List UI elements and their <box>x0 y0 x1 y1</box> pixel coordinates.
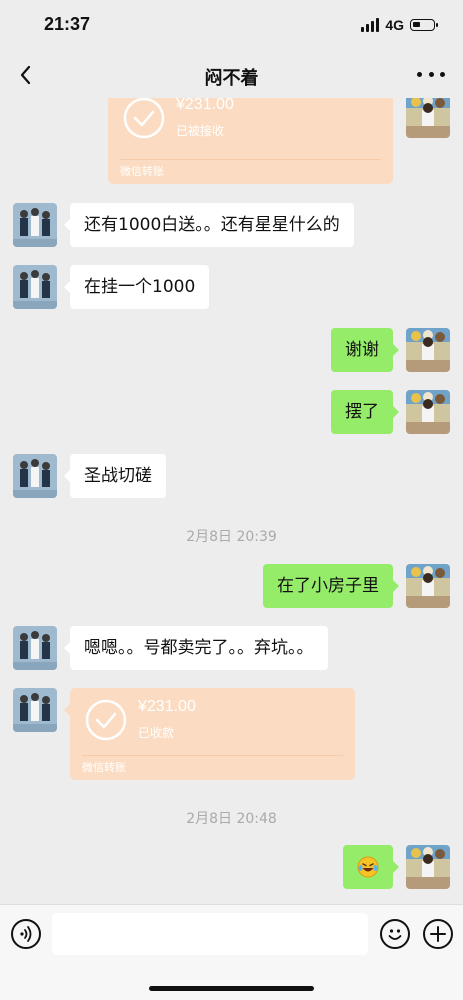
friend-avatar[interactable] <box>13 688 57 732</box>
emoji-button[interactable] <box>380 919 410 949</box>
battery-icon <box>410 19 438 31</box>
message-input[interactable] <box>52 913 368 955</box>
transfer-divider <box>120 159 381 160</box>
status-bar: 21:37 4G <box>0 0 463 52</box>
voice-button[interactable] <box>11 919 41 949</box>
transfer-status: 已收款 <box>138 726 175 740</box>
friend-avatar[interactable] <box>13 626 57 670</box>
signal-icon <box>361 18 380 32</box>
plus-icon <box>430 926 446 942</box>
message-list[interactable]: ¥231.00 已被接收 微信转账 还有1000白送。。还有星星什么的 在挂一个… <box>0 98 463 904</box>
status-indicators: 4G <box>361 17 438 33</box>
more-button[interactable] <box>417 62 445 86</box>
transfer-card-sent[interactable]: ¥231.00 已被接收 微信转账 <box>108 98 393 184</box>
message-bubble-me[interactable]: 谢谢 <box>331 328 399 372</box>
transfer-footer: 微信转账 <box>120 165 164 178</box>
message-bubble-me[interactable]: 摆了 <box>331 390 399 434</box>
transfer-amount: ¥231.00 <box>138 698 196 715</box>
timestamp: 2月8日 20:39 <box>186 529 277 545</box>
emoji-icon <box>388 929 402 940</box>
my-avatar[interactable] <box>406 390 450 434</box>
friend-avatar[interactable] <box>13 265 57 309</box>
transfer-amount: ¥231.00 <box>176 98 234 113</box>
check-circle-icon <box>123 98 165 139</box>
friend-avatar[interactable] <box>13 203 57 247</box>
timestamp: 2月8日 20:48 <box>186 811 277 827</box>
my-avatar[interactable] <box>406 328 450 372</box>
home-indicator <box>149 986 314 991</box>
check-circle-icon <box>85 699 127 741</box>
plus-button[interactable] <box>423 919 453 949</box>
my-avatar[interactable] <box>406 98 450 138</box>
friend-avatar[interactable] <box>13 454 57 498</box>
my-avatar[interactable] <box>406 845 450 889</box>
transfer-status: 已被接收 <box>176 124 225 138</box>
laughing-tears-emoji-icon <box>357 856 379 878</box>
chat-header: 闷不着 <box>0 52 463 98</box>
transfer-card-received[interactable]: ¥231.00 已收款 微信转账 <box>64 688 355 780</box>
voice-icon <box>20 926 32 942</box>
chat-title: 闷不着 <box>204 68 259 89</box>
transfer-footer: 微信转账 <box>82 761 126 774</box>
my-avatar[interactable] <box>406 564 450 608</box>
transfer-divider <box>82 755 343 756</box>
network-type: 4G <box>385 17 404 33</box>
message-bubble-friend[interactable]: 嗯嗯。。号都卖完了。。弃坑。。 <box>64 626 328 670</box>
message-bubble-me[interactable] <box>343 845 399 889</box>
status-time: 21:37 <box>44 14 91 34</box>
message-bubble-friend[interactable]: 在挂一个1000 <box>63 265 210 309</box>
message-bubble-friend[interactable]: 还有1000白送。。还有星星什么的 <box>64 203 354 247</box>
message-bubble-friend[interactable]: 圣战切磋 <box>64 454 166 498</box>
more-dots-icon <box>417 71 422 77</box>
message-bubble-me[interactable]: 在了小房子里 <box>263 564 399 608</box>
